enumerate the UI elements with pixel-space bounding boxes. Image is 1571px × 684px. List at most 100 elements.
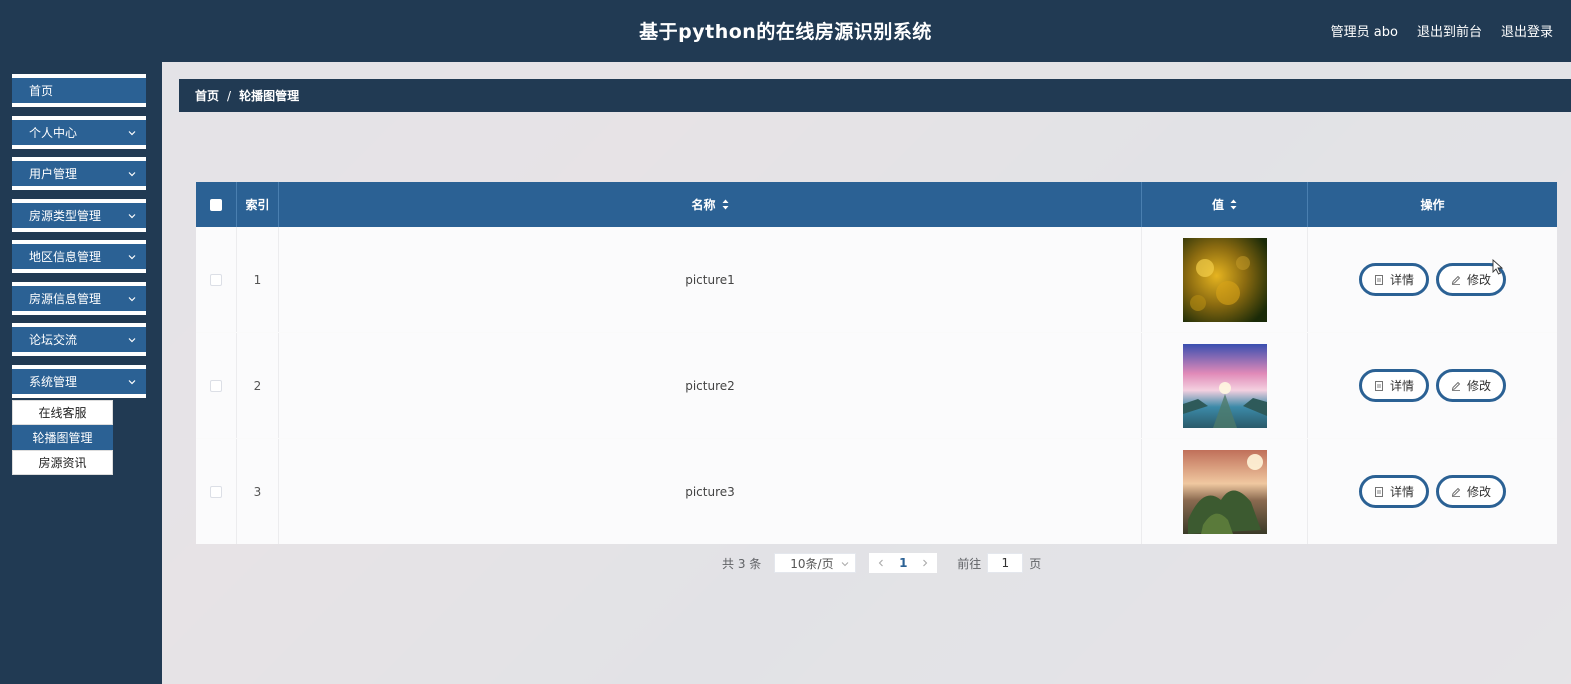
row-select[interactable]: [196, 333, 237, 438]
row-value: [1142, 227, 1308, 332]
row-index: 2: [237, 333, 279, 438]
detail-button[interactable]: 详情: [1358, 263, 1429, 296]
row-checkbox[interactable]: [210, 273, 222, 286]
detail-button-label: 详情: [1389, 485, 1414, 499]
chevron-right-icon: [923, 559, 928, 567]
sidebar-item-house-type-management[interactable]: 房源类型管理: [12, 199, 146, 232]
row-actions: 详情 修改: [1308, 333, 1557, 438]
sidebar-item-user-management[interactable]: 用户管理: [12, 157, 146, 190]
edit-button[interactable]: 修改: [1436, 369, 1507, 402]
column-value-label: 值: [1211, 198, 1224, 212]
carousel-thumbnail[interactable]: [1182, 237, 1267, 322]
document-icon: [1375, 486, 1383, 497]
sidebar-item-label: 房源信息管理: [29, 292, 102, 306]
breadcrumb: 首页 / 轮播图管理: [179, 79, 1571, 112]
top-header: 基于python的在线房源识别系统 管理员 abo 退出到前台 退出登录: [0, 0, 1571, 62]
sidebar-item-personal-center[interactable]: 个人中心: [12, 116, 146, 149]
column-index: 索引: [237, 182, 279, 227]
breadcrumb-separator: /: [227, 88, 232, 103]
breadcrumb-current: 轮播图管理: [239, 89, 300, 103]
row-actions: 详情 修改: [1308, 439, 1557, 544]
chevron-down-icon: [128, 131, 136, 136]
row-actions: 详情 修改: [1308, 227, 1557, 332]
submenu-label: 房源资讯: [38, 456, 87, 470]
page-size-select[interactable]: 10条/页: [774, 553, 857, 573]
chevron-left-icon: [878, 559, 884, 567]
carousel-thumbnail[interactable]: [1182, 343, 1267, 428]
edit-button[interactable]: 修改: [1436, 475, 1507, 508]
submenu-carousel-management[interactable]: 轮播图管理: [12, 425, 113, 450]
row-checkbox[interactable]: [210, 379, 222, 392]
edit-button-label: 修改: [1467, 485, 1492, 499]
detail-button-label: 详情: [1389, 273, 1414, 287]
pencil-icon: [1451, 487, 1461, 497]
sidebar: 首页 个人中心 用户管理 房源类型管理 地区信息管理 房源信息管理 论坛交流 系…: [0, 62, 162, 684]
exit-to-front-link[interactable]: 退出到前台: [1417, 21, 1482, 40]
row-select[interactable]: [196, 439, 237, 544]
table-row: 3 picture3 详情 修改: [196, 439, 1557, 544]
pencil-icon: [1451, 381, 1461, 391]
column-name-label: 名称: [691, 198, 716, 212]
header-select-all[interactable]: [196, 182, 237, 227]
table-header: 索引 名称 值 操作: [196, 182, 1557, 227]
row-name: picture1: [279, 227, 1142, 332]
goto-page-input[interactable]: 1: [987, 553, 1024, 573]
edit-button-label: 修改: [1467, 273, 1492, 287]
column-value[interactable]: 值: [1142, 182, 1308, 227]
goto-label: 前往: [957, 556, 982, 571]
sidebar-item-house-info-management[interactable]: 房源信息管理: [12, 282, 146, 315]
submenu-label: 在线客服: [38, 406, 87, 420]
chevron-down-icon: [128, 172, 136, 177]
table-row: 2 picture2 详情 修改: [196, 333, 1557, 438]
detail-button[interactable]: 详情: [1358, 369, 1429, 402]
row-index: 3: [237, 439, 279, 544]
sidebar-item-home[interactable]: 首页: [12, 74, 146, 107]
next-page-button[interactable]: [913, 553, 938, 573]
sidebar-item-system-management[interactable]: 系统管理: [12, 365, 146, 398]
chevron-down-icon: [128, 297, 136, 302]
document-icon: [1375, 380, 1383, 391]
table-row: 1 picture1 详情 修改: [196, 227, 1557, 332]
page-size-value: 10条/页: [790, 556, 834, 571]
header-actions: 管理员 abo 退出到前台 退出登录: [1331, 21, 1553, 40]
sidebar-item-label: 首页: [29, 84, 54, 98]
page-number-current[interactable]: 1: [893, 553, 914, 573]
sort-icon[interactable]: [1230, 199, 1237, 210]
chevron-down-icon: [128, 255, 136, 260]
submenu-online-service[interactable]: 在线客服: [12, 400, 113, 425]
page-suffix: 页: [1029, 556, 1042, 571]
row-name: picture3: [279, 439, 1142, 544]
sidebar-item-label: 论坛交流: [29, 333, 78, 347]
carousel-thumbnail[interactable]: [1182, 449, 1267, 534]
row-value: [1142, 439, 1308, 544]
pencil-icon: [1451, 275, 1461, 285]
mouse-cursor-icon: [1492, 259, 1504, 275]
edit-button-label: 修改: [1467, 379, 1492, 393]
sidebar-item-forum[interactable]: 论坛交流: [12, 323, 146, 356]
sidebar-item-label: 地区信息管理: [29, 250, 102, 264]
select-all-checkbox[interactable]: [210, 198, 222, 211]
chevron-down-icon: [128, 380, 136, 385]
prev-page-button[interactable]: [869, 553, 894, 573]
submenu-house-news[interactable]: 房源资讯: [12, 450, 113, 475]
chevron-down-icon: [128, 214, 136, 219]
row-select[interactable]: [196, 227, 237, 332]
chevron-down-icon: [841, 562, 849, 567]
sidebar-item-label: 用户管理: [29, 167, 78, 181]
sidebar-item-label: 系统管理: [29, 375, 78, 389]
column-name[interactable]: 名称: [279, 182, 1142, 227]
document-icon: [1375, 274, 1383, 285]
logout-link[interactable]: 退出登录: [1501, 21, 1553, 40]
sidebar-item-label: 房源类型管理: [29, 209, 102, 223]
sort-icon[interactable]: [722, 199, 729, 210]
column-actions: 操作: [1420, 198, 1445, 212]
total-count: 共 3 条: [722, 556, 762, 571]
sidebar-item-region-management[interactable]: 地区信息管理: [12, 240, 146, 273]
detail-button[interactable]: 详情: [1358, 475, 1429, 508]
sidebar-item-label: 个人中心: [29, 126, 78, 140]
row-name: picture2: [279, 333, 1142, 438]
breadcrumb-home[interactable]: 首页: [195, 87, 219, 104]
row-checkbox[interactable]: [210, 485, 222, 498]
main-content: 首页 / 轮播图管理 索引 名称 值 操作 1 picture1 详情 修改 2…: [162, 62, 1571, 684]
admin-user-label: 管理员 abo: [1330, 25, 1398, 40]
